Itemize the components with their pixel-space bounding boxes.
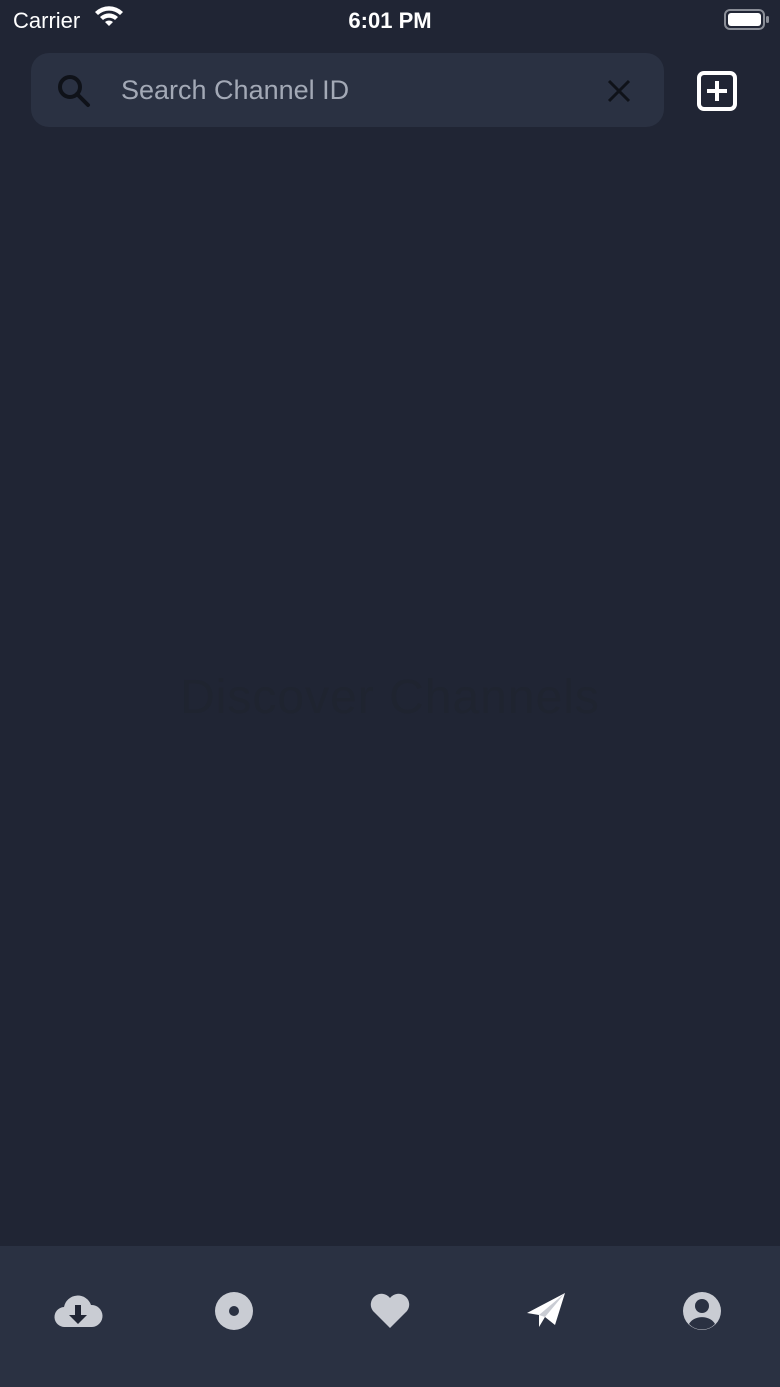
search-bar: [31, 53, 664, 127]
tab-send[interactable]: [468, 1276, 624, 1346]
clear-search-icon[interactable]: [605, 77, 633, 110]
tab-downloads[interactable]: [0, 1276, 156, 1346]
cloud-download-icon: [54, 1295, 103, 1328]
search-icon: [57, 74, 91, 113]
plus-square-icon: [697, 71, 737, 111]
tab-favorites[interactable]: [312, 1276, 468, 1346]
search-input[interactable]: [121, 72, 581, 108]
tab-record[interactable]: [156, 1276, 312, 1346]
paper-plane-icon: [527, 1293, 565, 1327]
user-circle-icon: [683, 1292, 721, 1330]
status-time: 6:01 PM: [348, 8, 432, 33]
tab-profile[interactable]: [624, 1276, 780, 1346]
heart-icon: [370, 1293, 410, 1328]
record-icon: [215, 1292, 253, 1330]
status-bar: Carrier 6:01 PM: [0, 0, 780, 40]
empty-state-text: Discover Channels: [180, 671, 600, 724]
tab-bar: [0, 1246, 780, 1387]
battery-icon: [724, 8, 770, 37]
add-channel-button[interactable]: [696, 70, 740, 114]
